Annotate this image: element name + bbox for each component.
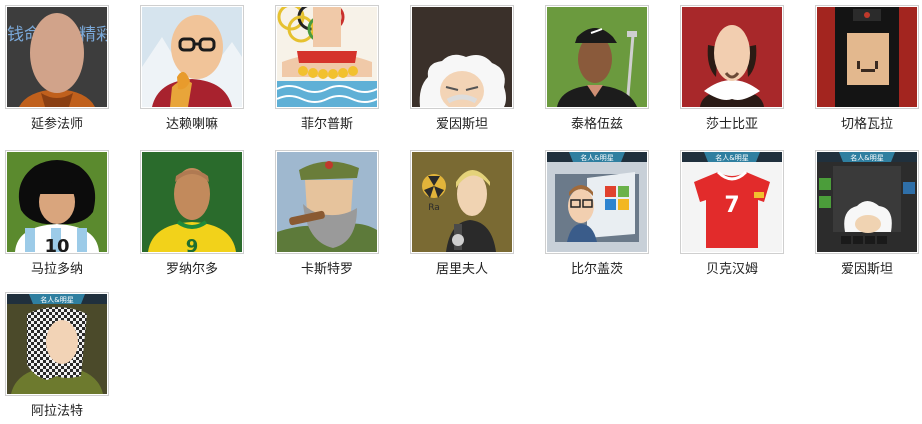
gallery-item-castro[interactable]: 卡斯特罗 [275, 150, 379, 278]
gallery-item-shakespeare[interactable]: 莎士比亚 [680, 5, 784, 133]
gallery-item-einstein-2[interactable]: 名人&明星 爱因斯坦 [815, 150, 919, 278]
item-label[interactable]: 达赖喇嘛 [140, 117, 244, 133]
gallery-item-dalai-lama[interactable]: 达赖喇嘛 [140, 5, 244, 133]
maradona-portrait-icon: 10 [7, 152, 107, 252]
item-label[interactable]: 贝克汉姆 [680, 262, 784, 278]
thumbnail[interactable] [545, 5, 649, 109]
monk-portrait-icon: 钱 命 精 彩 [7, 7, 107, 107]
shakespeare-portrait-icon [682, 7, 782, 107]
gallery-item-bill-gates[interactable]: 名人&明星 比尔盖茨 [545, 150, 649, 278]
thumbnail[interactable]: 名人&明星 [5, 292, 109, 396]
category-banner: 名人&明星 [40, 295, 73, 304]
item-label[interactable]: 菲尔普斯 [275, 117, 379, 133]
thumbnail[interactable]: 10 [5, 150, 109, 254]
gallery-item-tiger-woods[interactable]: 泰格伍兹 [545, 5, 649, 133]
gallery-item-einstein[interactable]: 爱因斯坦 [410, 5, 514, 133]
category-banner: 名人&明星 [850, 153, 883, 162]
bg-text-1: 钱 [7, 25, 24, 45]
gates-portrait-icon: 名人&明星 [547, 152, 647, 252]
che-guevara-portrait-icon [817, 7, 917, 107]
category-banner: 名人&明星 [580, 153, 613, 162]
gallery-item-che-guevara[interactable]: 切格瓦拉 [815, 5, 919, 133]
item-label[interactable]: 切格瓦拉 [815, 117, 919, 133]
thumbnail[interactable]: 名人&明星 [545, 150, 649, 254]
golfer-portrait-icon [547, 7, 647, 107]
thumbnail[interactable] [680, 5, 784, 109]
gallery-item-maradona[interactable]: 10 马拉多纳 [5, 150, 109, 278]
bg-text-4: 彩 [96, 25, 107, 45]
item-label[interactable]: 居里夫人 [410, 262, 514, 278]
einstein-game-portrait-icon: 名人&明星 [817, 152, 917, 252]
item-label[interactable]: 罗纳尔多 [140, 262, 244, 278]
item-label[interactable]: 爱因斯坦 [410, 117, 514, 133]
jersey-number: 10 [44, 236, 69, 252]
arafat-portrait-icon: 名人&明星 [7, 294, 107, 394]
item-label[interactable]: 延参法师 [5, 117, 109, 133]
item-label[interactable]: 卡斯特罗 [275, 262, 379, 278]
gallery-item-phelps[interactable]: 菲尔普斯 [275, 5, 379, 133]
thumbnail[interactable]: 名人&明星 7 [680, 150, 784, 254]
thumbnail[interactable] [410, 5, 514, 109]
gallery-item-ronaldo[interactable]: 9 罗纳尔多 [140, 150, 244, 278]
thumbnail[interactable] [140, 5, 244, 109]
item-label[interactable]: 阿拉法特 [5, 404, 109, 420]
ronaldo-portrait-icon: 9 [142, 152, 242, 252]
thumbnail[interactable]: 9 [140, 150, 244, 254]
thumbnail[interactable] [275, 150, 379, 254]
item-label[interactable]: 马拉多纳 [5, 262, 109, 278]
curie-portrait-icon: Ra [412, 152, 512, 252]
jersey-number: 7 [724, 193, 739, 218]
item-label[interactable]: 比尔盖茨 [545, 262, 649, 278]
gallery-item-beckham[interactable]: 名人&明星 7 贝克汉姆 [680, 150, 784, 278]
thumbnail[interactable]: 名人&明星 [815, 150, 919, 254]
dalai-lama-portrait-icon [142, 7, 242, 107]
thumbnail[interactable]: Ra [410, 150, 514, 254]
einstein-portrait-icon [412, 7, 512, 107]
thumbnail[interactable] [815, 5, 919, 109]
category-banner: 名人&明星 [715, 153, 748, 162]
castro-portrait-icon [277, 152, 377, 252]
item-label[interactable]: 爱因斯坦 [815, 262, 919, 278]
thumbnail[interactable]: 钱 命 精 彩 [5, 5, 109, 109]
gallery-item-yanshen[interactable]: 钱 命 精 彩 延参法师 [5, 5, 109, 133]
item-label[interactable]: 莎士比亚 [680, 117, 784, 133]
gallery-item-arafat[interactable]: 名人&明星 阿拉法特 [5, 292, 109, 420]
gallery-item-curie[interactable]: Ra 居里夫人 [410, 150, 514, 278]
element-label: Ra [428, 203, 440, 213]
beckham-portrait-icon: 名人&明星 7 [682, 152, 782, 252]
item-label[interactable]: 泰格伍兹 [545, 117, 649, 133]
jersey-number: 9 [186, 236, 199, 252]
thumbnail[interactable] [275, 5, 379, 109]
swimmer-portrait-icon [277, 7, 377, 107]
